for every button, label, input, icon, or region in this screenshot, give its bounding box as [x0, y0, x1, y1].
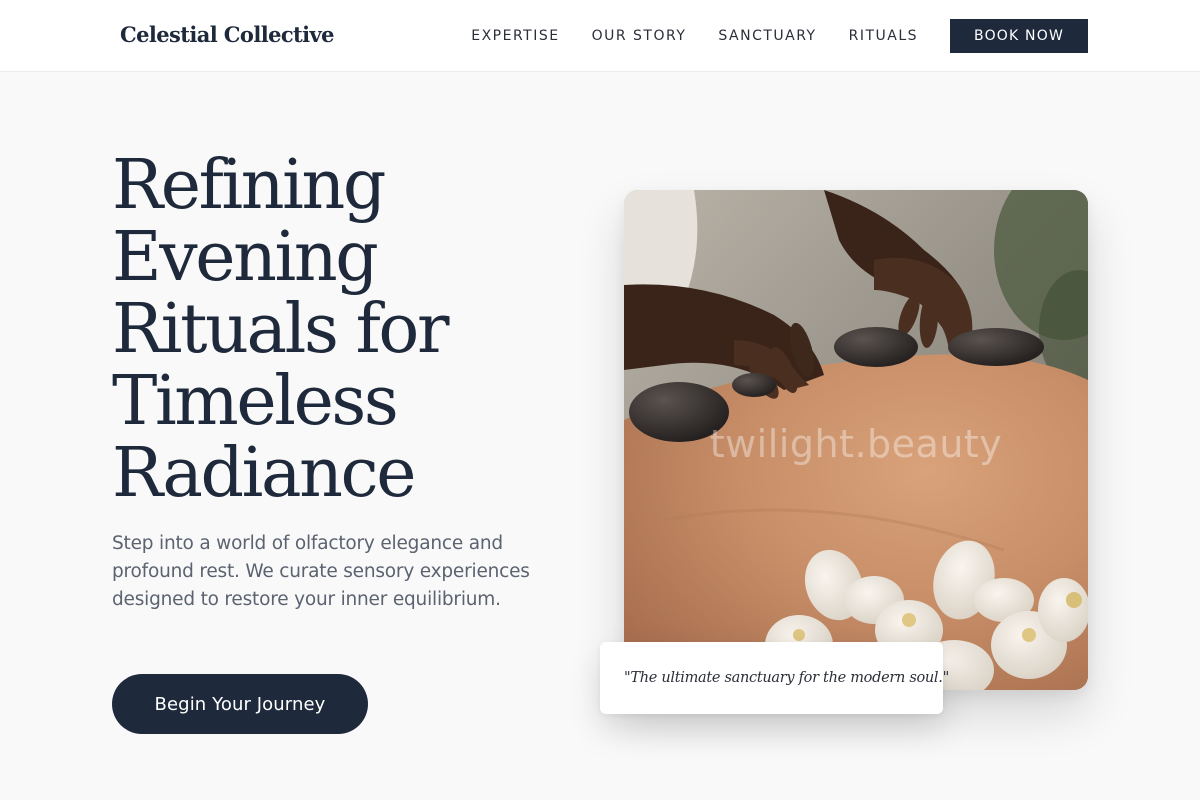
- nav-link-sanctuary[interactable]: SANCTUARY: [718, 28, 816, 44]
- hero-title-line: Evening: [112, 218, 379, 297]
- main-nav: EXPERTISE OUR STORY SANCTUARY RITUALS BO…: [471, 0, 1088, 72]
- hero-image: twilight.beauty: [624, 190, 1088, 690]
- book-now-button[interactable]: BOOK NOW: [950, 19, 1088, 53]
- testimonial-card: "The ultimate sanctuary for the modern s…: [600, 642, 949, 714]
- hero-title-line: Timeless: [112, 362, 399, 441]
- begin-journey-button[interactable]: Begin Your Journey: [112, 674, 368, 734]
- hero-title: Refining Evening Rituals for Timeless Ra…: [112, 150, 582, 510]
- hero-title-line: Radiance: [112, 434, 416, 513]
- brand-logo[interactable]: Celestial Collective: [120, 22, 334, 47]
- nav-link-expertise[interactable]: EXPERTISE: [471, 28, 559, 44]
- hero-subtitle: Step into a world of olfactory elegance …: [112, 533, 530, 610]
- site-header: Celestial Collective EXPERTISE OUR STORY…: [0, 0, 1200, 72]
- testimonial-quote: "The ultimate sanctuary for the modern s…: [624, 670, 949, 686]
- nav-link-rituals[interactable]: RITUALS: [849, 28, 918, 44]
- hero-title-line: Refining: [112, 146, 386, 225]
- nav-link-our-story[interactable]: OUR STORY: [592, 28, 687, 44]
- image-watermark: twilight.beauty: [709, 422, 1003, 466]
- hero-title-line: Rituals for: [112, 290, 449, 369]
